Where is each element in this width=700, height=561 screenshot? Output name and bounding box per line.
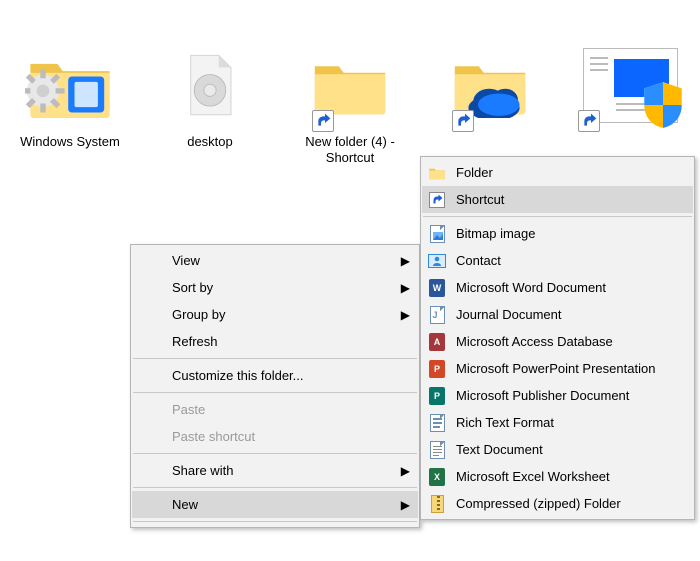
new-submenu-item-journal[interactable]: J Journal Document: [422, 301, 693, 328]
rtf-icon: [428, 414, 446, 432]
new-submenu-item-excel[interactable]: X Microsoft Excel Worksheet: [422, 463, 693, 490]
new-submenu-label: Rich Text Format: [456, 415, 554, 430]
context-menu-separator: [133, 358, 417, 359]
new-submenu-label: Microsoft Excel Worksheet: [456, 469, 610, 484]
settings-file-icon: [175, 50, 245, 120]
publisher-icon: P: [428, 387, 446, 405]
word-icon: W: [428, 279, 446, 297]
context-menu-label: New: [172, 497, 198, 512]
new-submenu-label: Journal Document: [456, 307, 562, 322]
context-menu-item-customize[interactable]: Customize this folder...: [132, 362, 418, 389]
submenu-arrow-icon: ▶: [401, 498, 410, 512]
submenu-arrow-icon: ▶: [401, 308, 410, 322]
context-menu-item-group-by[interactable]: Group by ▶: [132, 301, 418, 328]
powerpoint-icon: P: [428, 360, 446, 378]
desktop-item-windows-system[interactable]: Windows System: [0, 40, 140, 150]
context-menu-label: View: [172, 253, 200, 268]
desktop-item-desktop-ini[interactable]: desktop: [140, 40, 280, 150]
new-submenu-item-rtf[interactable]: Rich Text Format: [422, 409, 693, 436]
new-submenu-label: Microsoft Publisher Document: [456, 388, 629, 403]
submenu-arrow-icon: ▶: [401, 464, 410, 478]
context-menu-label: Customize this folder...: [172, 368, 304, 383]
new-submenu-item-contact[interactable]: Contact: [422, 247, 693, 274]
new-submenu-item-zip[interactable]: Compressed (zipped) Folder: [422, 490, 693, 517]
new-submenu-label: Microsoft Access Database: [456, 334, 613, 349]
submenu-arrow-icon: ▶: [401, 254, 410, 268]
new-submenu-label: Shortcut: [456, 192, 504, 207]
new-submenu-label: Microsoft PowerPoint Presentation: [456, 361, 655, 376]
new-submenu-separator: [423, 216, 692, 217]
journal-icon: J: [428, 306, 446, 324]
desktop-item-new-folder-shortcut[interactable]: New folder (4) - Shortcut: [280, 40, 420, 165]
new-submenu: Folder Shortcut Bitmap image Contact W M…: [420, 156, 695, 520]
contact-icon: [428, 252, 446, 270]
new-submenu-item-bitmap[interactable]: Bitmap image: [422, 220, 693, 247]
context-menu-label: Sort by: [172, 280, 213, 295]
desktop-item-optional-features[interactable]: [560, 40, 700, 134]
text-icon: [428, 441, 446, 459]
context-menu-item-paste: Paste: [132, 396, 418, 423]
context-menu: View ▶ Sort by ▶ Group by ▶ Refresh Cust…: [130, 244, 420, 528]
context-menu-separator: [133, 487, 417, 488]
desktop-item-onedrive[interactable]: [420, 40, 560, 134]
context-menu-label: Refresh: [172, 334, 218, 349]
desktop-item-label: desktop: [140, 134, 280, 150]
context-menu-item-share-with[interactable]: Share with ▶: [132, 457, 418, 484]
new-submenu-item-powerpoint[interactable]: P Microsoft PowerPoint Presentation: [422, 355, 693, 382]
new-submenu-item-word[interactable]: W Microsoft Word Document: [422, 274, 693, 301]
new-submenu-item-publisher[interactable]: P Microsoft Publisher Document: [422, 382, 693, 409]
context-menu-separator: [133, 392, 417, 393]
submenu-arrow-icon: ▶: [401, 281, 410, 295]
context-menu-item-refresh[interactable]: Refresh: [132, 328, 418, 355]
new-submenu-label: Text Document: [456, 442, 543, 457]
new-submenu-label: Contact: [456, 253, 501, 268]
context-menu-label: Share with: [172, 463, 233, 478]
bitmap-icon: [428, 225, 446, 243]
context-menu-label: Paste shortcut: [172, 429, 255, 444]
new-submenu-label: Compressed (zipped) Folder: [456, 496, 621, 511]
new-submenu-item-access[interactable]: A Microsoft Access Database: [422, 328, 693, 355]
context-menu-separator: [133, 521, 417, 522]
shortcut-overlay-icon: [452, 110, 474, 132]
context-menu-item-sort-by[interactable]: Sort by ▶: [132, 274, 418, 301]
folder-icon: [310, 53, 390, 118]
folder-cloud-icon: [450, 53, 530, 118]
folder-icon: [428, 164, 446, 182]
context-menu-item-view[interactable]: View ▶: [132, 247, 418, 274]
excel-icon: X: [428, 468, 446, 486]
new-submenu-item-folder[interactable]: Folder: [422, 159, 693, 186]
desktop-icon-grid: Windows System desktop Ne: [0, 40, 700, 165]
folder-gear-icon: [25, 48, 115, 123]
shortcut-overlay-icon: [312, 110, 334, 132]
context-menu-separator: [133, 453, 417, 454]
context-menu-item-new[interactable]: New ▶: [132, 491, 418, 518]
new-submenu-label: Microsoft Word Document: [456, 280, 606, 295]
shortcut-icon: [428, 191, 446, 209]
context-menu-label: Paste: [172, 402, 205, 417]
shortcut-overlay-icon: [578, 110, 600, 132]
desktop-item-label: New folder (4) - Shortcut: [280, 134, 420, 165]
new-submenu-label: Bitmap image: [456, 226, 535, 241]
new-submenu-item-shortcut[interactable]: Shortcut: [422, 186, 693, 213]
context-menu-label: Group by: [172, 307, 225, 322]
context-menu-item-paste-shortcut: Paste shortcut: [132, 423, 418, 450]
new-submenu-item-text[interactable]: Text Document: [422, 436, 693, 463]
desktop-item-label: Windows System: [0, 134, 140, 150]
zip-icon: [428, 495, 446, 513]
new-submenu-label: Folder: [456, 165, 493, 180]
access-icon: A: [428, 333, 446, 351]
